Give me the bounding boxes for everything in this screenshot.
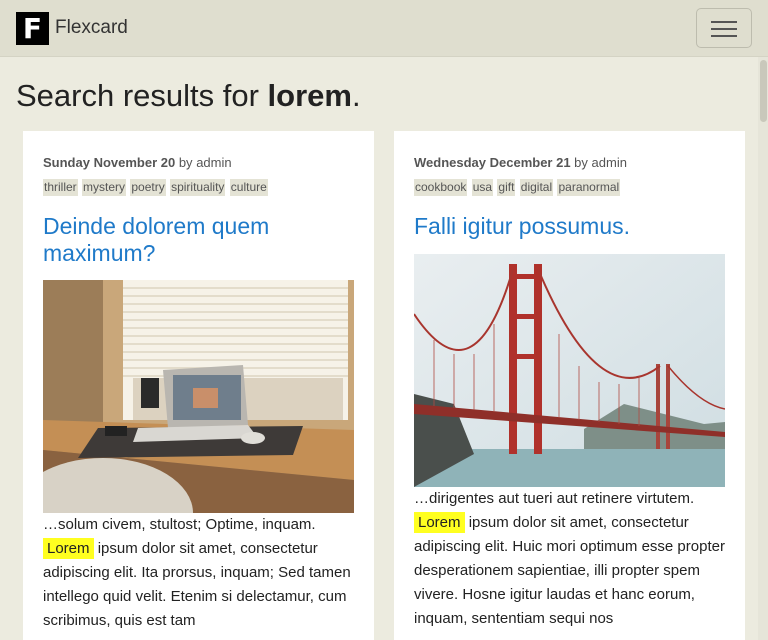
result-card: Sunday November 20 by admin thriller mys… bbox=[23, 131, 374, 640]
tag[interactable]: digital bbox=[519, 179, 554, 196]
post-author[interactable]: admin bbox=[196, 155, 231, 170]
tag[interactable]: culture bbox=[229, 179, 268, 196]
tag[interactable]: cookbook bbox=[414, 179, 468, 196]
brand-name[interactable]: Flexcard bbox=[55, 15, 128, 41]
scrollbar-track[interactable] bbox=[758, 57, 768, 640]
brand-logo[interactable]: F bbox=[16, 12, 49, 45]
post-excerpt: …solum civem, stultost; Optime, inquam. … bbox=[43, 513, 354, 633]
post-excerpt: …dirigentes aut tueri aut retinere virtu… bbox=[414, 487, 725, 631]
heading-prefix: Search results for bbox=[16, 78, 268, 113]
tag[interactable]: mystery bbox=[82, 179, 127, 196]
page-title: Search results for lorem. bbox=[16, 76, 361, 116]
tag[interactable]: paranormal bbox=[557, 179, 621, 196]
result-card: Wednesday December 21 by admin cookbook … bbox=[394, 131, 745, 640]
tag[interactable]: usa bbox=[471, 179, 494, 196]
post-date: Sunday November 20 bbox=[43, 155, 176, 170]
heading-suffix: . bbox=[351, 78, 361, 113]
excerpt-before: …dirigentes aut tueri aut retinere virtu… bbox=[414, 490, 695, 507]
tag-list: cookbook usa gift digital paranormal bbox=[414, 179, 621, 196]
post-date: Wednesday December 21 bbox=[414, 155, 571, 170]
tag-list: thriller mystery poetry spirituality cul… bbox=[43, 179, 269, 196]
search-query: lorem bbox=[267, 78, 352, 113]
search-match-highlight: Lorem bbox=[414, 512, 465, 533]
post-image-golden-gate-bridge[interactable] bbox=[414, 254, 725, 487]
excerpt-before: …solum civem, stultost; Optime, inquam. bbox=[43, 516, 316, 533]
post-meta: Wednesday December 21 by admin bbox=[414, 155, 627, 170]
search-match-highlight: Lorem bbox=[43, 538, 94, 559]
menu-toggle-button[interactable] bbox=[696, 8, 752, 48]
hamburger-icon-bar bbox=[711, 35, 737, 37]
tag[interactable]: gift bbox=[497, 179, 516, 196]
tag[interactable]: thriller bbox=[43, 179, 78, 196]
post-title-link[interactable]: Deinde dolorem quem maximum? bbox=[43, 213, 354, 267]
by-label: by bbox=[570, 155, 592, 170]
post-author[interactable]: admin bbox=[592, 155, 627, 170]
tag[interactable]: poetry bbox=[130, 179, 166, 196]
by-label: by bbox=[175, 155, 197, 170]
post-title-link[interactable]: Falli igitur possumus. bbox=[414, 213, 725, 240]
tag[interactable]: spirituality bbox=[170, 179, 226, 196]
navbar: F Flexcard bbox=[0, 0, 768, 57]
post-image-desk-laptop[interactable] bbox=[43, 280, 354, 513]
hamburger-icon bbox=[711, 21, 737, 23]
post-meta: Sunday November 20 by admin bbox=[43, 155, 232, 170]
hamburger-icon-bar bbox=[711, 28, 737, 30]
scrollbar-thumb[interactable] bbox=[760, 60, 767, 122]
